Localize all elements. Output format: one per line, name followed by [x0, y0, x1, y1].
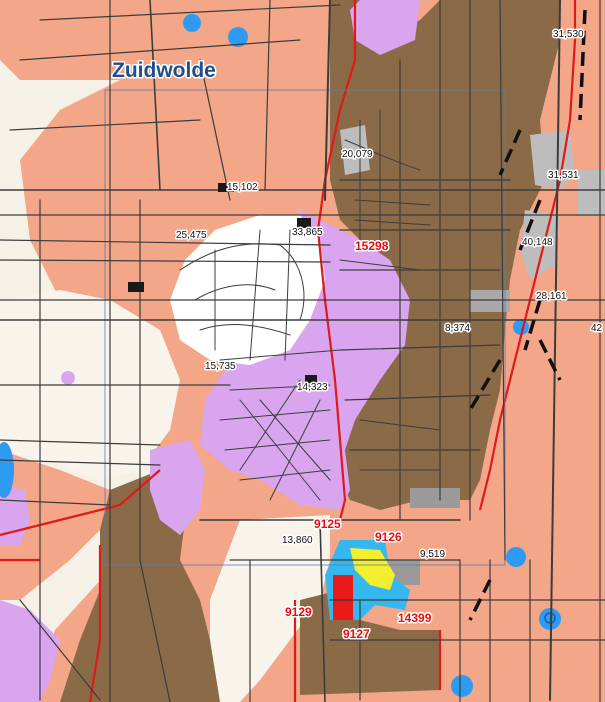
- label-20079: 20,079: [342, 149, 373, 160]
- grey-area-east: [530, 130, 575, 190]
- label-15102: 15,102: [227, 182, 258, 193]
- label-15298: 15298: [355, 239, 389, 253]
- label-9125: 9125: [314, 517, 341, 531]
- label-9126: 9126: [375, 530, 402, 544]
- label-14399: 14399: [398, 611, 432, 625]
- label-28161: 28,161: [536, 291, 567, 302]
- label-31531: 31,531: [548, 170, 579, 181]
- label-33865: 33,865: [292, 227, 323, 238]
- label-40148: 40,148: [522, 237, 553, 248]
- grey-area-east4: [578, 170, 605, 215]
- label-15735: 15,735: [205, 361, 236, 372]
- label-42: 42: [591, 323, 603, 334]
- label-14323: 14,323: [297, 382, 328, 393]
- red-parcel: [333, 575, 353, 620]
- label-31530: 31,530: [553, 29, 584, 40]
- label-25475: 25,475: [176, 230, 207, 241]
- grey-area-south: [410, 488, 460, 508]
- label-9127: 9127: [343, 627, 370, 641]
- label-13860: 13,860: [282, 535, 313, 546]
- place-name-label: Zuidwolde: [112, 59, 216, 82]
- label-9519: 9,519: [420, 549, 445, 560]
- map: Zuidwolde 31,530 20,079 31,531 15,102 25…: [0, 0, 605, 702]
- grey-area-east3: [470, 290, 510, 312]
- lilac-spot: [61, 371, 75, 385]
- label-9129: 9129: [285, 605, 312, 619]
- label-8374: 8,374: [445, 323, 470, 334]
